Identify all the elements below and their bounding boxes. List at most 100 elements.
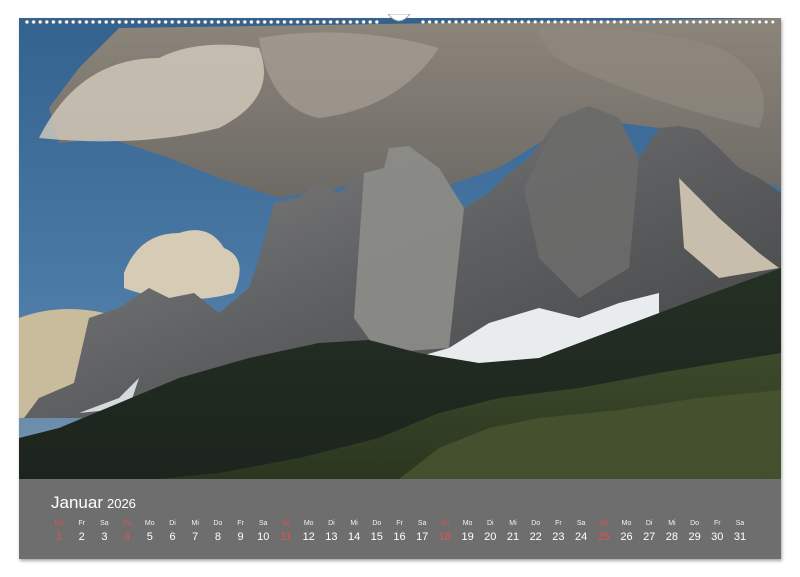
weekday-label: Mi — [668, 520, 676, 527]
day-number: 9 — [237, 531, 244, 543]
day-number: 10 — [257, 531, 270, 543]
weekday-label: So — [122, 520, 132, 527]
day-cell: Di 13 — [320, 519, 342, 545]
weekday-label: Mi — [509, 520, 517, 527]
mountain-photo — [19, 18, 781, 479]
calendar-page: Januar 2026 Do 1 Fr 2 Sa 3 So 4 Mo 5 Di 6 Mi 7 Do 8 Fr 9 Sa… — [19, 18, 781, 559]
day-number: 14 — [347, 531, 361, 543]
day-number: 6 — [169, 531, 176, 543]
day-cell: Mo 26 — [616, 519, 638, 545]
day-cell: Mi 14 — [343, 519, 365, 545]
weekday-label: Sa — [100, 520, 109, 527]
weekday-label: Di — [328, 520, 335, 527]
day-cell: Di 20 — [479, 519, 501, 545]
day-number: 1 — [55, 531, 63, 543]
day-number: 18 — [438, 531, 452, 543]
day-number: 5 — [146, 531, 153, 543]
weekday-label: Do — [213, 520, 223, 527]
month-name: Januar — [51, 493, 103, 512]
day-number: 30 — [711, 531, 724, 543]
weekday-label: Fr — [555, 520, 562, 527]
day-cell: So 25 — [593, 519, 615, 545]
weekday-label: Fr — [396, 520, 403, 527]
day-cell: Fr 23 — [547, 519, 569, 545]
day-cell: Sa 10 — [252, 519, 274, 545]
day-cell: So 4 — [116, 519, 138, 545]
weekday-label: Fr — [78, 520, 85, 527]
day-number: 8 — [214, 531, 221, 543]
weekday-label: Mo — [462, 520, 473, 527]
day-number: 4 — [124, 531, 131, 543]
day-number: 25 — [597, 531, 610, 543]
day-number: 3 — [101, 531, 108, 543]
day-cell: Mo 12 — [298, 519, 320, 545]
day-number: 28 — [665, 531, 679, 543]
weekday-label: Do — [531, 520, 541, 527]
day-cell: So 11 — [275, 519, 297, 545]
weekday-label: Mi — [350, 520, 358, 527]
weekday-label: Mo — [144, 520, 155, 527]
day-number: 16 — [393, 531, 406, 543]
day-number: 26 — [620, 531, 633, 543]
weekday-label: Sa — [417, 520, 427, 527]
day-number: 24 — [574, 531, 588, 543]
weekday-label: Di — [645, 520, 653, 527]
weekday-label: Do — [372, 520, 382, 527]
day-cell: Di 6 — [162, 519, 184, 545]
weekday-label: So — [599, 520, 609, 527]
day-cell: Fr 9 — [230, 519, 252, 545]
weekday-label: So — [440, 520, 450, 527]
day-cell: Sa 24 — [570, 519, 592, 545]
day-cell: Sa 3 — [93, 519, 115, 545]
day-cell: Sa 31 — [729, 519, 751, 545]
year-label: 2026 — [106, 496, 136, 511]
weekday-label: Do — [54, 520, 64, 527]
day-cell: Fr 2 — [71, 519, 93, 545]
day-cell: So 18 — [434, 519, 456, 545]
day-number: 22 — [529, 531, 542, 543]
day-number: 12 — [302, 531, 315, 543]
weekday-label: Mi — [191, 520, 199, 527]
day-cell: Mi 21 — [502, 519, 524, 545]
day-number: 27 — [643, 531, 656, 543]
day-cell: Mi 28 — [661, 519, 683, 545]
day-number: 15 — [370, 531, 383, 543]
day-row: Do 1 Fr 2 Sa 3 So 4 Mo 5 Di 6 Mi 7 Do 8 Fr 9 Sa 10 So 11 Mo 12 D… — [48, 519, 760, 555]
weekday-label: Mo — [303, 520, 314, 527]
day-number: 19 — [461, 531, 474, 543]
day-number: 31 — [733, 531, 747, 543]
weekday-label: Sa — [259, 520, 268, 527]
day-cell: Fr 30 — [706, 519, 728, 545]
day-number: 7 — [192, 531, 199, 543]
weekday-label: Sa — [735, 520, 745, 527]
day-cell: Di 27 — [638, 519, 660, 545]
weekday-label: Di — [486, 520, 494, 527]
weekday-label: Mo — [621, 520, 632, 527]
weekday-label: Sa — [576, 520, 586, 527]
day-number: 29 — [688, 531, 701, 543]
weekday-label: Di — [169, 520, 176, 527]
day-cell: Do 22 — [525, 519, 547, 545]
day-number: 21 — [506, 531, 520, 543]
month-title: Januar 2026 — [51, 493, 136, 513]
day-cell: Do 15 — [366, 519, 388, 545]
weekday-label: Fr — [713, 520, 721, 527]
weekday-label: Do — [690, 520, 700, 527]
day-number: 17 — [416, 531, 429, 543]
day-cell: Sa 17 — [411, 519, 433, 545]
day-cell: Do 8 — [207, 519, 229, 545]
day-cell: Mo 5 — [139, 519, 161, 545]
weekday-label: Fr — [237, 520, 244, 527]
day-cell: Do 29 — [684, 519, 706, 545]
calendar-bar: Januar 2026 Do 1 Fr 2 Sa 3 So 4 Mo 5 Di 6 Mi 7 Do 8 Fr 9 Sa… — [19, 479, 781, 559]
day-cell: Do 1 — [48, 519, 70, 545]
day-cell: Fr 16 — [389, 519, 411, 545]
day-number: 2 — [78, 531, 85, 543]
day-number: 20 — [484, 531, 497, 543]
day-cell: Mi 7 — [184, 519, 206, 545]
day-number: 11 — [280, 531, 292, 543]
day-number: 13 — [325, 531, 338, 543]
day-cell: Mo 19 — [457, 519, 479, 545]
day-number: 23 — [552, 531, 565, 543]
weekday-label: So — [281, 520, 291, 527]
